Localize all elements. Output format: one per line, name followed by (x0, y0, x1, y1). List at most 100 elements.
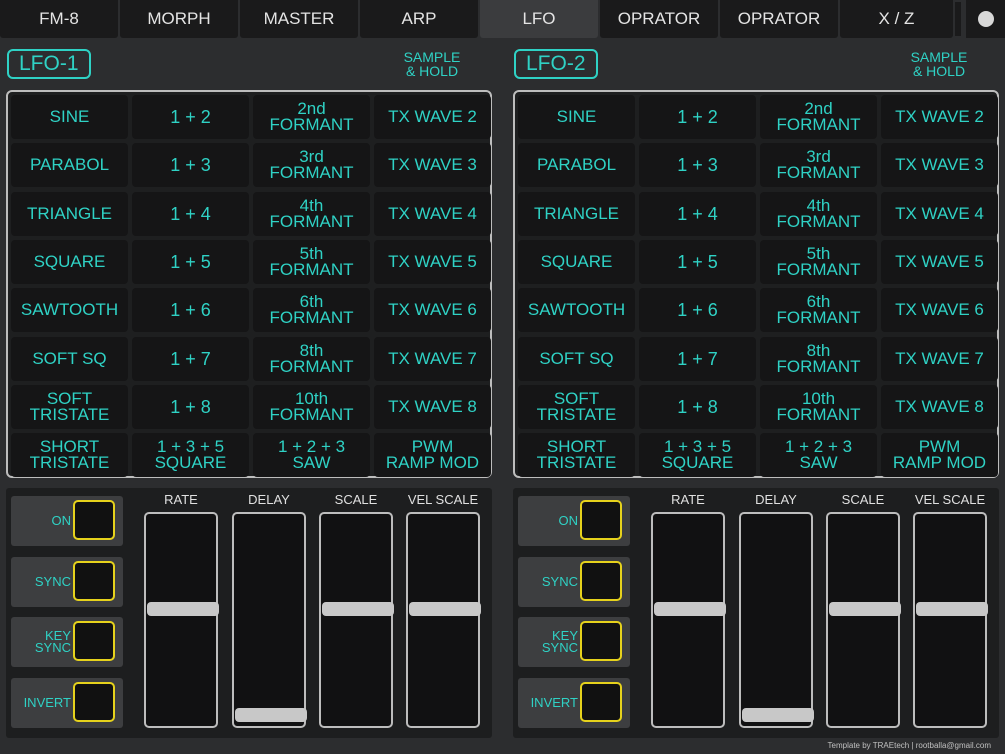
wave-button[interactable]: TX WAVE 8 (881, 384, 998, 429)
wave-button[interactable]: TX WAVE 2 (374, 95, 491, 139)
wave-button[interactable]: SHORT TRISTATE (11, 433, 128, 478)
wave-button[interactable]: SAWTOOTH (11, 288, 128, 333)
wave-button[interactable]: 1 + 6 (132, 288, 249, 333)
wave-button[interactable]: 1 + 2 + 3 SAW (760, 433, 877, 478)
wave-button[interactable]: SQUARE (518, 239, 635, 284)
wave-button[interactable]: 1 + 3 + 5 SQUARE (639, 433, 756, 478)
toggle-button[interactable] (73, 560, 115, 601)
wave-button[interactable]: 2nd FORMANT (253, 95, 370, 139)
wave-button[interactable]: 10th FORMANT (253, 384, 370, 429)
toggle-button[interactable] (580, 500, 622, 540)
wave-button[interactable]: PARABOL (11, 143, 128, 188)
wave-button[interactable]: 1 + 7 (639, 336, 756, 381)
wave-button[interactable]: TX WAVE 3 (881, 143, 998, 188)
wave-button[interactable]: 1 + 6 (639, 288, 756, 333)
slider-rate[interactable] (144, 512, 219, 728)
wave-button[interactable]: SINE (11, 95, 128, 139)
wave-button[interactable]: SOFT SQ (518, 336, 635, 381)
slider-delay[interactable] (232, 512, 307, 728)
tab-arp-3[interactable]: ARP (360, 0, 478, 38)
wave-button[interactable]: TRIANGLE (11, 191, 128, 236)
tab-oprator-6[interactable]: OPRATOR (720, 0, 838, 38)
wave-button[interactable]: PWM RAMP MOD (374, 433, 491, 478)
wave-button[interactable]: 8th FORMANT (760, 336, 877, 381)
wave-button[interactable]: 1 + 7 (132, 336, 249, 381)
wave-button[interactable]: TX WAVE 7 (881, 336, 998, 381)
slider-vel-scale[interactable] (913, 512, 988, 728)
wave-button[interactable]: 1 + 8 (132, 384, 249, 429)
wave-button[interactable]: TRIANGLE (518, 191, 635, 236)
wave-button[interactable]: 6th FORMANT (253, 288, 370, 333)
wave-button[interactable]: TX WAVE 4 (881, 191, 998, 236)
wave-button[interactable]: 8th FORMANT (253, 336, 370, 381)
wave-button[interactable]: 1 + 8 (639, 384, 756, 429)
toggle-button[interactable] (580, 621, 622, 661)
wave-button[interactable]: 1 + 3 (639, 143, 756, 188)
wave-button[interactable]: 1 + 2 (639, 95, 756, 139)
wave-button[interactable]: 1 + 4 (132, 191, 249, 236)
toggle-button[interactable] (73, 621, 115, 661)
wave-button[interactable]: PARABOL (518, 143, 635, 188)
wave-button[interactable]: SINE (518, 95, 635, 139)
menu-button[interactable] (966, 0, 1005, 38)
wave-button[interactable]: TX WAVE 4 (374, 191, 491, 236)
wave-button[interactable]: TX WAVE 3 (374, 143, 491, 188)
wave-button[interactable]: TX WAVE 7 (374, 336, 491, 381)
slider-thumb[interactable] (742, 708, 814, 722)
wave-button[interactable]: 6th FORMANT (760, 288, 877, 333)
tab-x-z-7[interactable]: X / Z (840, 0, 953, 38)
wave-button[interactable]: SQUARE (11, 239, 128, 284)
tab-morph-1[interactable]: MORPH (120, 0, 238, 38)
slider-scale[interactable] (826, 512, 901, 728)
wave-button[interactable]: SOFT SQ (11, 336, 128, 381)
wave-button[interactable]: 2nd FORMANT (760, 95, 877, 139)
sample-hold-button[interactable]: SAMPLE & HOLD (392, 50, 472, 78)
tab-master-2[interactable]: MASTER (240, 0, 358, 38)
wave-button[interactable]: TX WAVE 5 (374, 239, 491, 284)
wave-button[interactable]: 3rd FORMANT (760, 143, 877, 188)
wave-button[interactable]: SAWTOOTH (518, 288, 635, 333)
slider-thumb[interactable] (235, 708, 307, 722)
slider-thumb[interactable] (147, 602, 219, 617)
wave-button[interactable]: 5th FORMANT (760, 239, 877, 284)
wave-button[interactable]: SOFT TRISTATE (518, 384, 635, 429)
wave-button[interactable]: TX WAVE 6 (374, 288, 491, 333)
wave-button[interactable]: 3rd FORMANT (253, 143, 370, 188)
wave-button[interactable]: PWM RAMP MOD (881, 433, 998, 478)
wave-button[interactable]: 1 + 5 (639, 239, 756, 284)
toggle-button[interactable] (580, 681, 622, 722)
wave-button[interactable]: TX WAVE 2 (881, 95, 998, 139)
wave-button[interactable]: 1 + 5 (132, 239, 249, 284)
wave-button[interactable]: 1 + 4 (639, 191, 756, 236)
slider-delay[interactable] (739, 512, 814, 728)
wave-button[interactable]: 10th FORMANT (760, 384, 877, 429)
slider-thumb[interactable] (409, 602, 481, 617)
wave-button[interactable]: 5th FORMANT (253, 239, 370, 284)
slider-scale[interactable] (319, 512, 394, 728)
wave-button[interactable]: 1 + 3 + 5 SQUARE (132, 433, 249, 478)
slider-thumb[interactable] (654, 602, 726, 617)
wave-button[interactable]: TX WAVE 5 (881, 239, 998, 284)
tab-lfo-4[interactable]: LFO (480, 0, 598, 38)
tab-oprator-5[interactable]: OPRATOR (600, 0, 718, 38)
slider-thumb[interactable] (322, 602, 394, 617)
wave-button[interactable]: SOFT TRISTATE (11, 384, 128, 429)
slider-vel-scale[interactable] (406, 512, 481, 728)
wave-button[interactable]: 1 + 3 (132, 143, 249, 188)
wave-button[interactable]: 4th FORMANT (253, 191, 370, 236)
toggle-button[interactable] (580, 560, 622, 601)
wave-button[interactable]: 1 + 2 + 3 SAW (253, 433, 370, 478)
tab-fm-8-0[interactable]: FM-8 (0, 0, 118, 38)
wave-button[interactable]: SHORT TRISTATE (518, 433, 635, 478)
slider-rate[interactable] (651, 512, 726, 728)
wave-button[interactable]: TX WAVE 6 (881, 288, 998, 333)
slider-thumb[interactable] (829, 602, 901, 617)
wave-label: FORMANT (776, 259, 861, 279)
sample-hold-button[interactable]: SAMPLE & HOLD (899, 50, 979, 78)
toggle-button[interactable] (73, 500, 115, 540)
slider-thumb[interactable] (916, 602, 988, 617)
toggle-button[interactable] (73, 681, 115, 722)
wave-button[interactable]: 4th FORMANT (760, 191, 877, 236)
wave-button[interactable]: 1 + 2 (132, 95, 249, 139)
wave-button[interactable]: TX WAVE 8 (374, 384, 491, 429)
